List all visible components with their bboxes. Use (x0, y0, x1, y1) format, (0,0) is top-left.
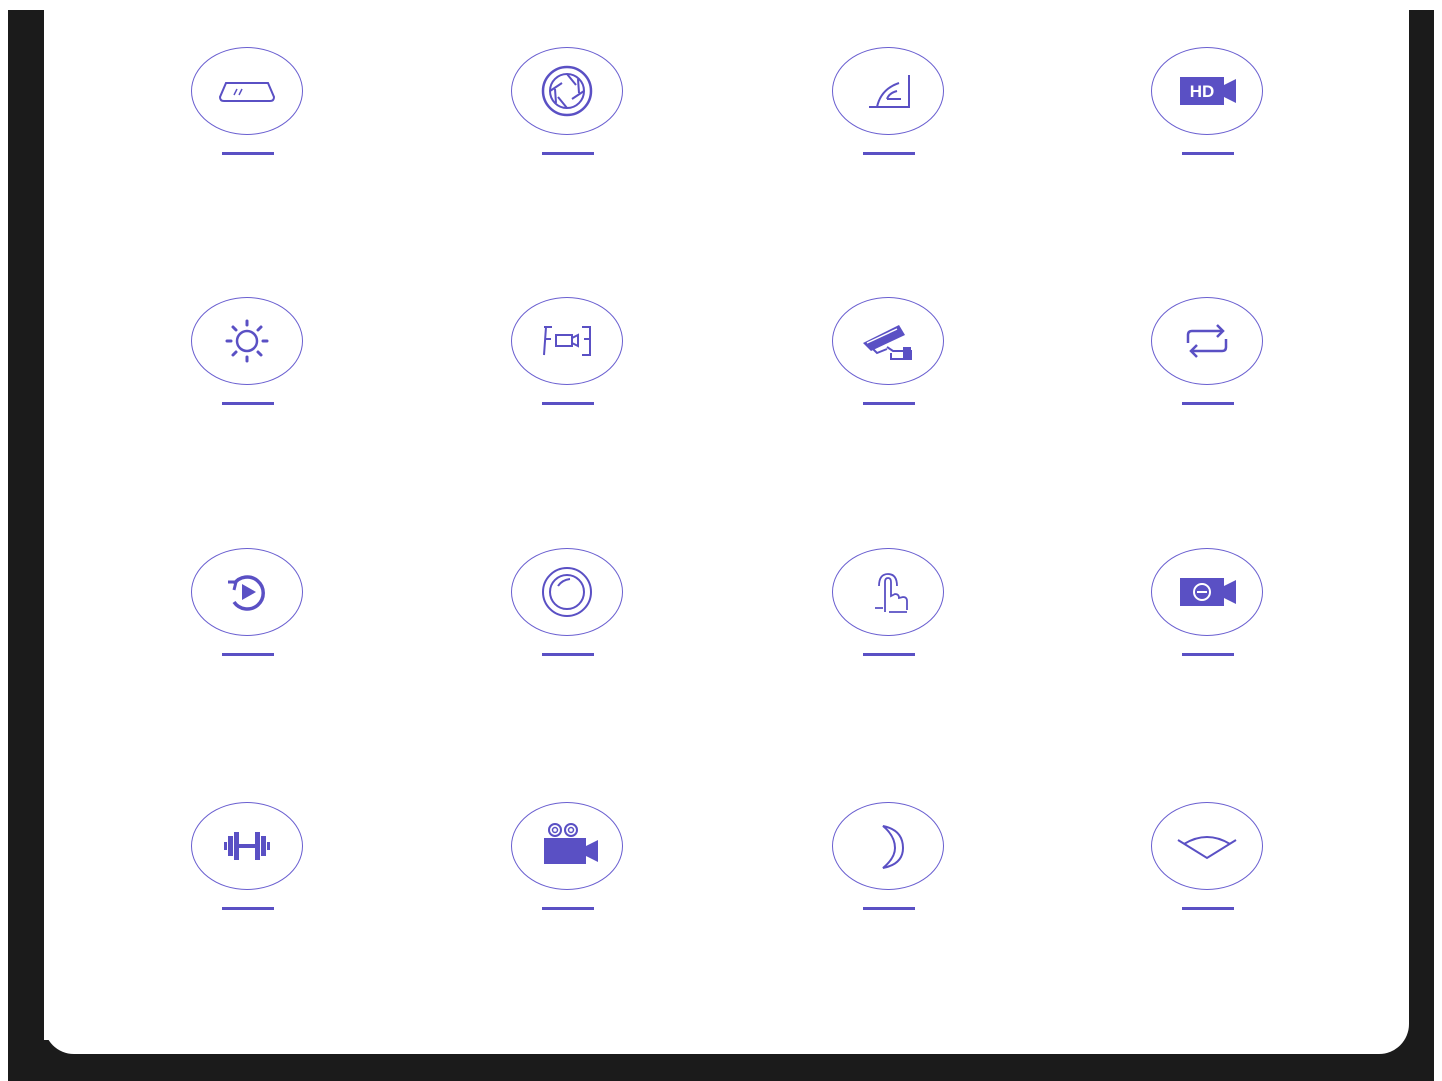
feature-underline (863, 907, 915, 910)
feature-underline (1182, 653, 1234, 656)
touch-screen-icon (875, 573, 908, 613)
feature-underline (863, 653, 915, 656)
feature-underline (1182, 402, 1234, 405)
feature-ring (191, 297, 303, 385)
hd-camera-icon: HD (1180, 77, 1236, 105)
movie-camera-icon (544, 823, 598, 864)
feature-item-front-rear-camera[interactable] (509, 297, 629, 417)
feature-item-lens[interactable] (509, 548, 629, 668)
feature-underline (222, 402, 274, 405)
feature-ring (832, 802, 944, 890)
feature-underline (1182, 152, 1234, 155)
feature-ring (1151, 802, 1263, 890)
feature-underline (542, 402, 594, 405)
feature-underline (1182, 907, 1234, 910)
feature-ring (832, 47, 944, 135)
feature-item-movie-camera[interactable] (509, 802, 629, 922)
feature-ring (1151, 297, 1263, 385)
aperture-icon (541, 65, 593, 117)
mirror-icon (218, 82, 276, 102)
feature-underline (542, 907, 594, 910)
feature-ring (191, 47, 303, 135)
playback-icon (228, 575, 265, 611)
feature-screen: HD (44, 0, 1409, 1054)
feature-item-playback[interactable] (189, 548, 309, 668)
night-vision-icon (882, 825, 905, 869)
feature-item-surveillance-camera[interactable] (830, 297, 950, 417)
feature-ring (511, 548, 623, 636)
feature-underline (222, 152, 274, 155)
feature-underline (863, 402, 915, 405)
feature-ring: HD (1151, 47, 1263, 135)
feature-item-hd-camera[interactable]: HD (1149, 47, 1269, 167)
feature-underline (863, 152, 915, 155)
feature-item-night-vision[interactable] (830, 802, 950, 922)
video-record-icon (1180, 578, 1236, 606)
feature-ring (191, 802, 303, 890)
feature-ring (832, 297, 944, 385)
feature-grid: HD (44, 0, 1409, 1054)
surveillance-camera-icon (863, 325, 912, 360)
feature-item-aperture[interactable] (509, 47, 629, 167)
lens-icon (542, 567, 592, 617)
viewing-angle-icon (1177, 836, 1237, 860)
dumbbell-icon (224, 832, 270, 860)
feature-item-video-record[interactable] (1149, 548, 1269, 668)
feature-ring (1151, 548, 1263, 636)
feature-item-dumbbell[interactable] (189, 802, 309, 922)
feature-item-wide-angle[interactable] (830, 47, 950, 167)
app-frame: HD (0, 0, 1442, 1081)
feature-underline (542, 653, 594, 656)
svg-text:HD: HD (1190, 82, 1215, 101)
feature-item-mirror[interactable] (189, 47, 309, 167)
feature-item-viewing-angle[interactable] (1149, 802, 1269, 922)
feature-underline (222, 653, 274, 656)
feature-ring (511, 297, 623, 385)
feature-underline (542, 152, 594, 155)
device-bezel-left (8, 10, 44, 1081)
loop-recording-icon (1186, 324, 1228, 358)
front-rear-camera-icon (543, 326, 591, 356)
brightness-icon (225, 319, 269, 363)
feature-item-touch-screen[interactable] (830, 548, 950, 668)
feature-item-loop-recording[interactable] (1149, 297, 1269, 417)
feature-ring (832, 548, 944, 636)
feature-ring (511, 802, 623, 890)
wide-angle-icon (869, 75, 910, 108)
feature-ring (191, 548, 303, 636)
feature-underline (222, 907, 274, 910)
feature-ring (511, 47, 623, 135)
feature-item-brightness[interactable] (189, 297, 309, 417)
